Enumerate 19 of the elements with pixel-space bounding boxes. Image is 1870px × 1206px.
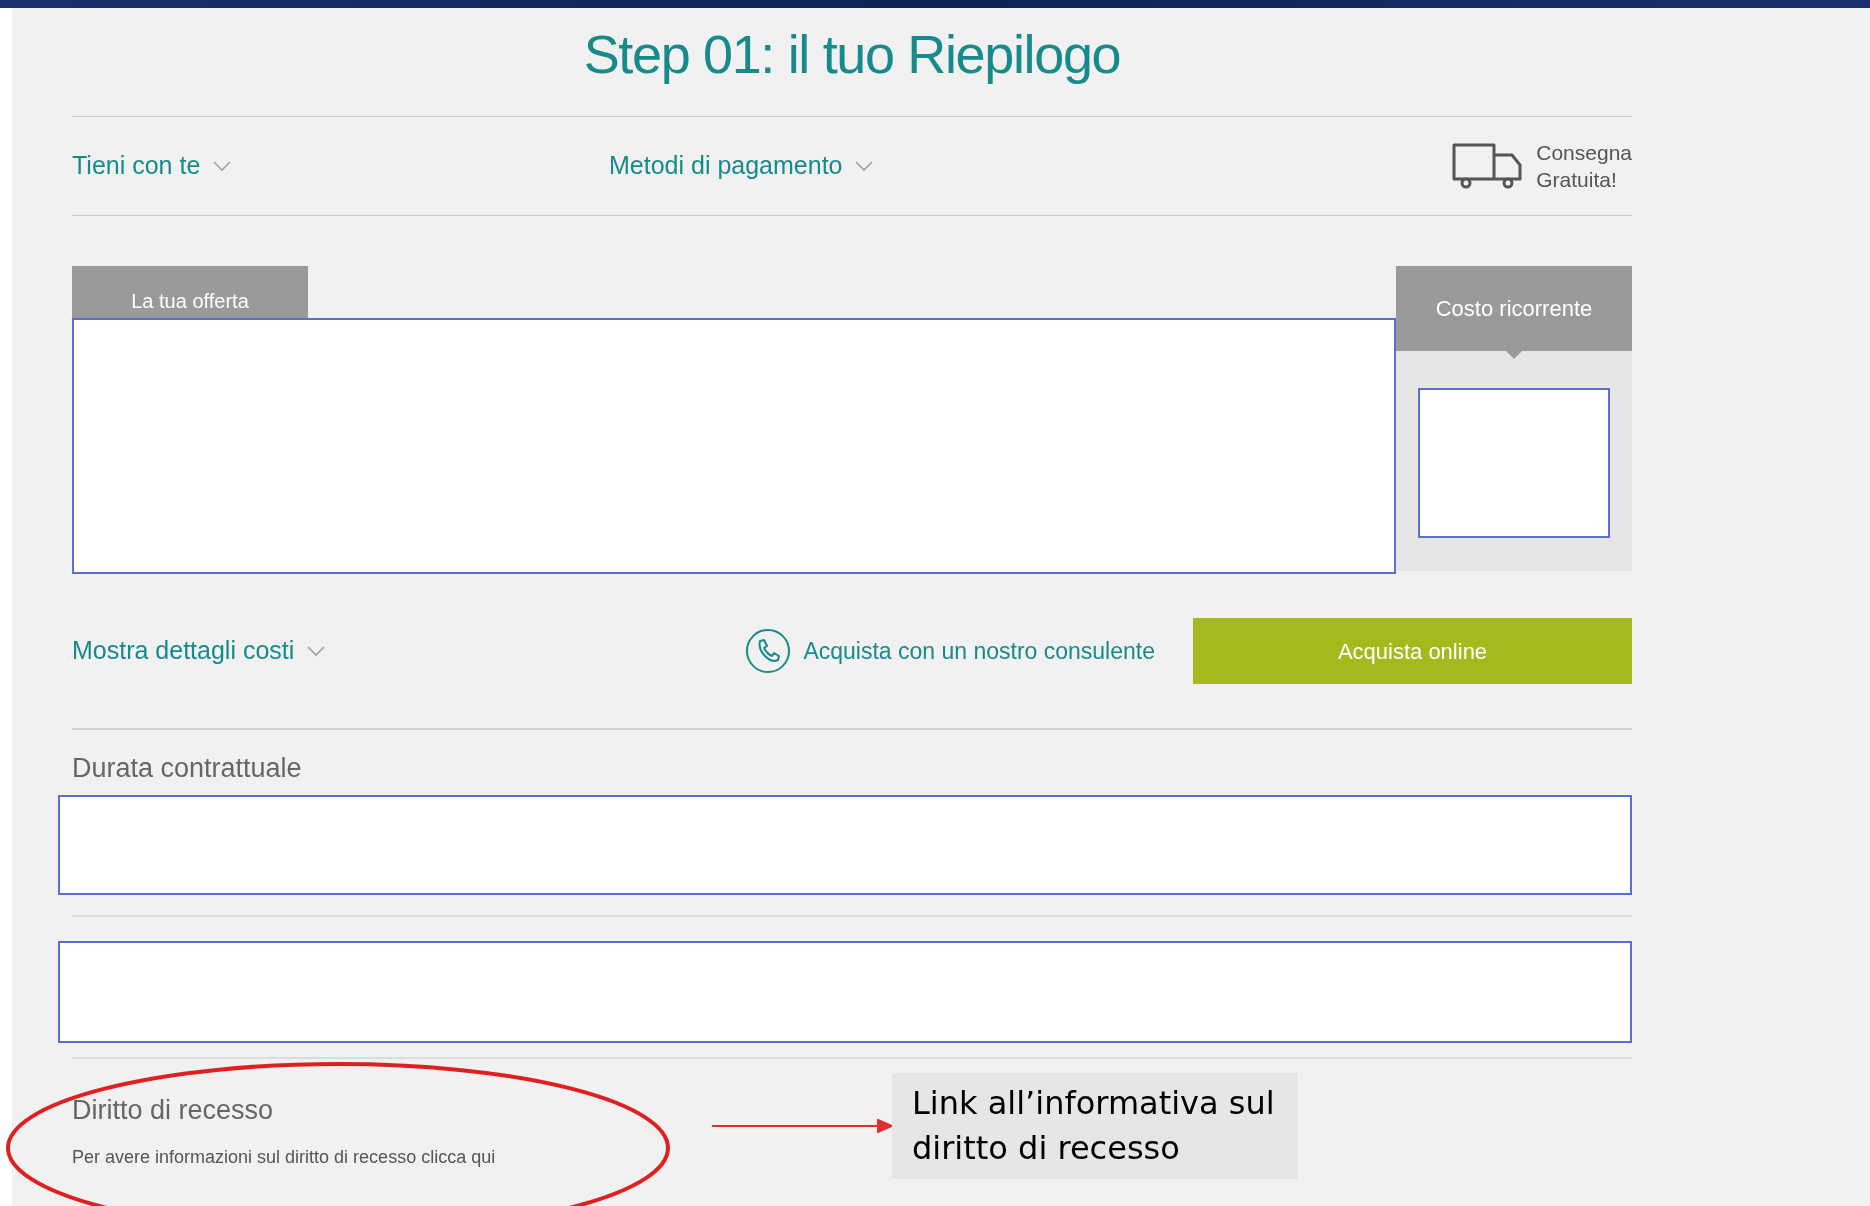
truck-icon [1450, 141, 1525, 191]
arrow-icon [712, 1118, 892, 1133]
cost-details-toggle[interactable]: Mostra dettagli costi [72, 632, 327, 670]
chevron-icon [212, 160, 233, 172]
chevron-icon [306, 645, 327, 657]
section-label: Diritto di recesso [72, 1093, 275, 1127]
buy-online-button[interactable]: Acquista online [1193, 618, 1632, 684]
section-label: Durata contrattuale [72, 752, 303, 785]
recurring-cost-tab[interactable]: Costo ricorrente [1396, 266, 1632, 351]
page-title: Step 01: il tuo Riepilogo [583, 23, 1121, 86]
delivery-text: Consegna Gratuita! [1536, 140, 1632, 193]
offer-tab[interactable]: La tua offerta [72, 266, 308, 318]
annotation-callout: Link all’informativa sul diritto di recesso [892, 1072, 1298, 1179]
phone-icon [745, 628, 792, 674]
chevron-icon [854, 160, 875, 172]
withdrawal-info-link[interactable]: Per avere informazioni sul diritto di recesso clicca qui [72, 1144, 712, 1172]
consultant-link[interactable]: Acquista con un nostro consulente [803, 633, 1155, 669]
dropdown-toggle[interactable]: Tieni con te [72, 147, 609, 185]
dropdown-toggle[interactable]: Metodi di pagamento [609, 147, 875, 185]
